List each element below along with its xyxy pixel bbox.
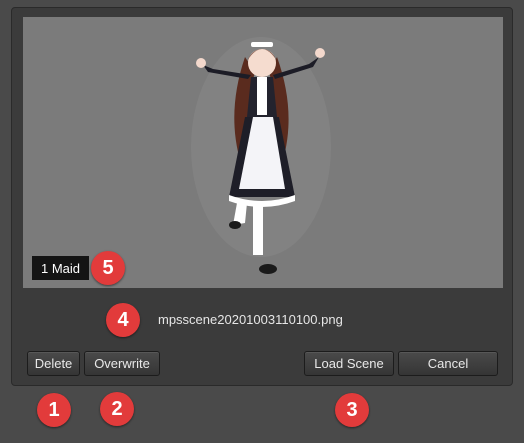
maid-character-figure xyxy=(191,37,331,274)
scene-load-dialog: 1 Maid xyxy=(11,7,513,386)
annotation-marker-5: 5 xyxy=(91,251,125,285)
cancel-button[interactable]: Cancel xyxy=(398,351,498,376)
scene-filename-label: mpsscene20201003110100.png xyxy=(158,312,343,327)
load-scene-button[interactable]: Load Scene xyxy=(304,351,394,376)
annotation-marker-4: 4 xyxy=(106,303,140,337)
overwrite-button[interactable]: Overwrite xyxy=(84,351,160,376)
annotation-marker-2: 2 xyxy=(100,392,134,426)
scene-preview-image: 1 Maid xyxy=(23,17,503,288)
annotation-marker-1: 1 xyxy=(37,393,71,427)
delete-button[interactable]: Delete xyxy=(27,351,80,376)
maid-count-badge: 1 Maid xyxy=(32,256,89,280)
annotation-marker-3: 3 xyxy=(335,393,369,427)
